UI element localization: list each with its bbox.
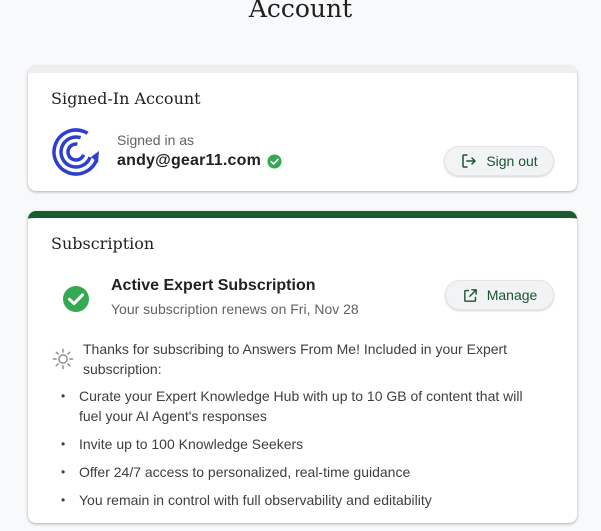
bullet: • (61, 493, 66, 507)
manage-label: Manage (486, 287, 538, 303)
open-in-new-icon (463, 288, 477, 302)
signed-in-label: Signed in as (117, 132, 195, 148)
bullet: • (61, 389, 66, 403)
manage-button[interactable]: Manage (445, 280, 554, 310)
page-title: Account (248, 0, 353, 23)
subscription-thanks-text: Thanks for subscribing to Answers From M… (83, 341, 508, 377)
email-row: andy@gear11.com (117, 152, 282, 170)
subscription-status: Active Expert Subscription (111, 277, 316, 294)
benefit-text: You remain in control with full observab… (79, 492, 432, 508)
sign-out-label: Sign out (486, 153, 538, 169)
bullet: • (61, 437, 66, 451)
subscription-card-title: Subscription (51, 234, 155, 253)
bullet: • (61, 465, 66, 479)
benefit-text: Offer 24/7 access to personalized, real-… (79, 464, 411, 480)
subscription-renewal: Your subscription renews on Fri, Nov 28 (111, 301, 359, 317)
signed-in-account-card: Signed-In Account Signed in as andy@gear… (28, 66, 577, 191)
logout-icon (462, 154, 477, 168)
benefit-text: Curate your Expert Knowledge Hub with up… (79, 388, 523, 424)
sun-icon (52, 348, 74, 370)
subscription-card: Subscription Active Expert Subscription … (28, 211, 577, 523)
check-circle-icon (63, 286, 89, 312)
sign-out-button[interactable]: Sign out (444, 146, 554, 176)
account-card-title: Signed-In Account (51, 89, 201, 108)
benefit-text: Invite up to 100 Knowledge Seekers (79, 436, 304, 452)
verified-check-icon (267, 153, 282, 169)
account-email: andy@gear11.com (117, 152, 261, 169)
gear11-logo (52, 128, 100, 176)
